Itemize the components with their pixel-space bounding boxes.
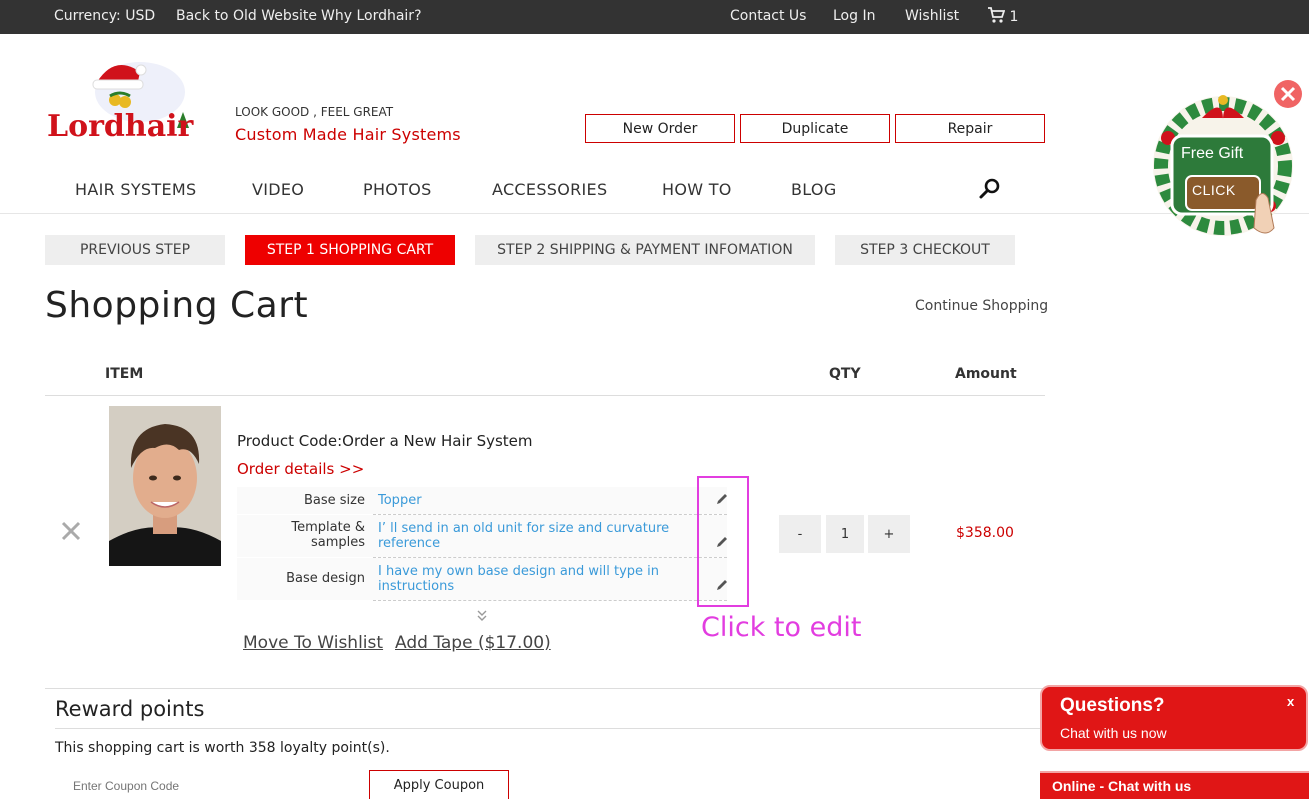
- option-row-base-design: Base design I have my own base design an…: [237, 558, 727, 600]
- page-title: Shopping Cart: [45, 285, 309, 326]
- step-shipping-payment[interactable]: STEP 2 SHIPPING & PAYMENT INFOMATION: [475, 235, 815, 265]
- continue-shopping-link[interactable]: Continue Shopping: [915, 298, 1048, 314]
- add-tape-link[interactable]: Add Tape ($17.00): [395, 633, 551, 653]
- nav-accessories[interactable]: ACCESSORIES: [492, 180, 607, 199]
- cart-count: 1: [1009, 9, 1019, 25]
- free-gift-click-label: CLICK: [1192, 182, 1236, 198]
- new-order-button[interactable]: New Order: [585, 114, 735, 143]
- nav-how-to[interactable]: HOW TO: [662, 180, 732, 199]
- step-shopping-cart[interactable]: STEP 1 SHOPPING CART: [245, 235, 455, 265]
- currency-selector[interactable]: Currency: USD: [54, 8, 155, 24]
- chat-subtitle: Chat with us now: [1060, 725, 1167, 741]
- header-qty: QTY: [829, 366, 861, 382]
- contact-us-link[interactable]: Contact Us: [730, 8, 806, 24]
- nav-divider: [0, 213, 1309, 214]
- option-row-template: Template & samples I’ ll send in an old …: [237, 515, 727, 557]
- chat-close-button[interactable]: x: [1287, 694, 1294, 709]
- chat-bar[interactable]: Online - Chat with us: [1040, 771, 1309, 799]
- duplicate-button[interactable]: Duplicate: [740, 114, 890, 143]
- option-value: I have my own base design and will type …: [378, 564, 660, 594]
- reward-divider-top: [45, 688, 1045, 689]
- chevron-double-down-icon[interactable]: [475, 609, 489, 623]
- close-gift-icon[interactable]: [1273, 79, 1303, 109]
- item-amount: $358.00: [956, 525, 1014, 541]
- reward-points-title: Reward points: [55, 697, 205, 721]
- option-value: Topper: [378, 493, 422, 508]
- edit-highlight-box: [697, 476, 749, 607]
- table-divider: [45, 395, 1045, 396]
- product-code: Product Code:Order a New Hair System: [237, 432, 533, 450]
- login-link[interactable]: Log In: [833, 8, 875, 24]
- option-label: Template & samples: [291, 520, 365, 550]
- step-previous[interactable]: PREVIOUS STEP: [45, 235, 225, 265]
- option-divider: [373, 600, 727, 601]
- option-value: I’ ll send in an old unit for size and c…: [378, 521, 670, 551]
- wishlist-link[interactable]: Wishlist: [905, 8, 959, 24]
- nav-photos[interactable]: PHOTOS: [363, 180, 432, 199]
- reward-divider: [55, 728, 1045, 729]
- old-website-link[interactable]: Back to Old Website: [176, 8, 317, 24]
- lordhair-logo[interactable]: Lordhair: [45, 52, 195, 148]
- header-amount: Amount: [955, 366, 1017, 382]
- logo-text: Lordhair: [47, 109, 195, 144]
- qty-input[interactable]: 1: [826, 515, 864, 553]
- option-label: Base design: [286, 571, 365, 586]
- option-row-base-size: Base size Topper: [237, 487, 727, 514]
- nav-video[interactable]: VIDEO: [252, 180, 304, 199]
- repair-button[interactable]: Repair: [895, 114, 1045, 143]
- product-photo: [109, 406, 221, 566]
- qty-decrease-button[interactable]: -: [779, 515, 821, 553]
- order-details-link[interactable]: Order details >>: [237, 460, 364, 478]
- header-item: ITEM: [105, 366, 144, 382]
- chat-bar-label: Online - Chat with us: [1052, 778, 1192, 794]
- site-subtitle: Custom Made Hair Systems: [235, 125, 461, 144]
- nav-blog[interactable]: BLOG: [791, 180, 837, 199]
- apply-coupon-button[interactable]: Apply Coupon: [369, 770, 509, 799]
- coupon-code-input[interactable]: [55, 772, 355, 799]
- nav-hair-systems[interactable]: HAIR SYSTEMS: [75, 180, 196, 199]
- click-to-edit-annotation: Click to edit: [701, 612, 862, 643]
- step-checkout[interactable]: STEP 3 CHECKOUT: [835, 235, 1015, 265]
- chat-title: Questions?: [1060, 695, 1165, 716]
- option-label: Base size: [304, 493, 365, 508]
- cart-link[interactable]: 1: [987, 6, 1018, 25]
- tagline: LOOK GOOD , FEEL GREAT: [235, 105, 394, 119]
- remove-item-icon[interactable]: [58, 518, 84, 544]
- qty-increase-button[interactable]: +: [868, 515, 910, 553]
- move-to-wishlist-link[interactable]: Move To Wishlist: [243, 633, 383, 653]
- free-gift-label: Free Gift: [1181, 145, 1244, 162]
- why-lordhair-link[interactable]: Why Lordhair?: [321, 8, 422, 24]
- top-bar: Currency: USD Back to Old Website Why Lo…: [0, 0, 1309, 34]
- cart-icon: [988, 7, 1006, 23]
- search-icon[interactable]: [978, 176, 1002, 200]
- reward-points-text: This shopping cart is worth 358 loyalty …: [55, 740, 390, 756]
